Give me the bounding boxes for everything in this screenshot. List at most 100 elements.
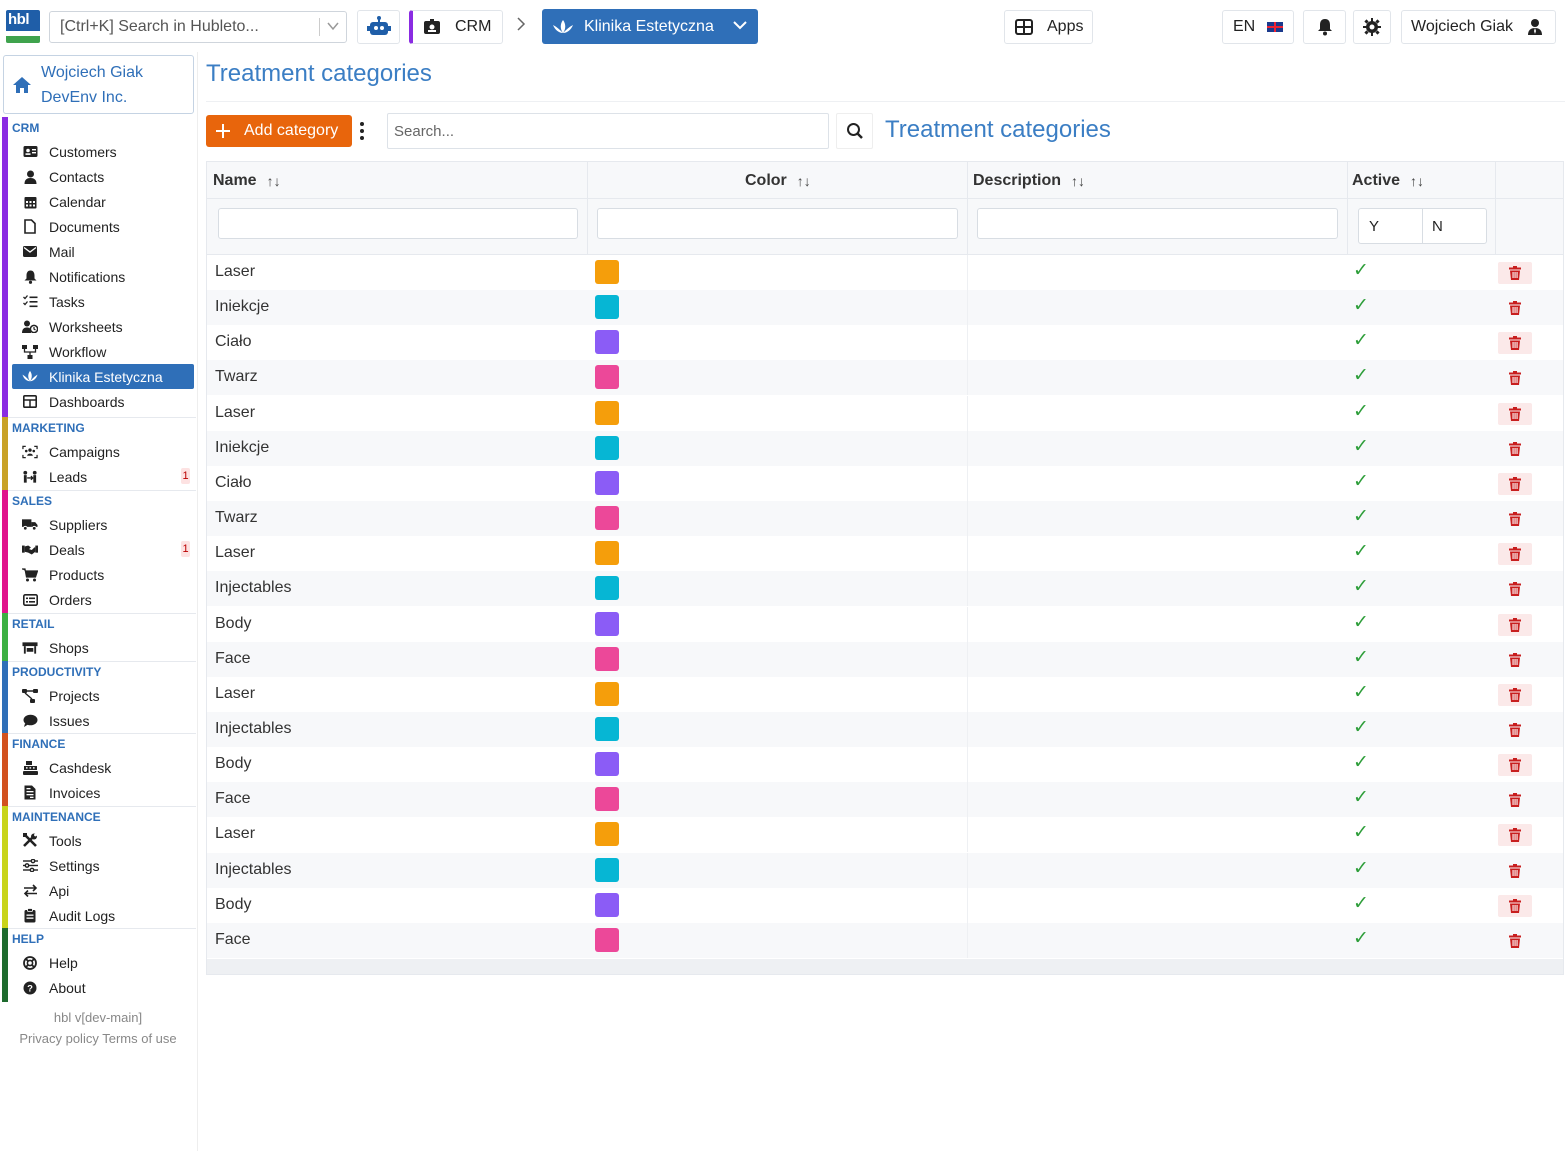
sidebar-item-campaigns[interactable]: Campaigns (12, 439, 194, 464)
table-row[interactable]: Ciało ✓ (207, 465, 1563, 501)
sidebar-item-documents[interactable]: Documents (12, 214, 194, 239)
sidebar-item-help[interactable]: Help (12, 950, 194, 975)
sidebar-item-customers[interactable]: Customers (12, 139, 194, 164)
filter-color-input[interactable] (597, 208, 958, 239)
sidebar-item-tasks[interactable]: Tasks (12, 289, 194, 314)
sidebar-item-leads[interactable]: Leads 1 (12, 464, 194, 489)
breadcrumb-crm[interactable]: CRM (409, 10, 503, 44)
uk-flag-icon (1267, 22, 1284, 32)
filter-active-toggle[interactable]: Y N (1358, 208, 1487, 244)
sidebar-item-products[interactable]: Products (12, 562, 194, 587)
privacy-policy-link[interactable]: Privacy policy (19, 1031, 98, 1046)
sidebar-item-workflow[interactable]: Workflow (12, 339, 194, 364)
chevron-down-icon (732, 17, 748, 33)
table-row[interactable]: Face ✓ (207, 922, 1563, 958)
sidebar-item-calendar[interactable]: Calendar (12, 189, 194, 214)
table-row[interactable]: Laser ✓ (207, 255, 1563, 290)
sidebar-item-audit-logs[interactable]: Audit Logs (12, 903, 194, 928)
ai-assistant-button[interactable] (357, 10, 400, 44)
delete-button[interactable] (1498, 860, 1532, 882)
sidebar-item-api[interactable]: Api (12, 878, 194, 903)
table-row[interactable]: Body ✓ (207, 747, 1563, 783)
sidebar-item-label: Mail (49, 243, 75, 260)
filter-description-input[interactable] (977, 208, 1338, 239)
table-row[interactable]: Injectables ✓ (207, 711, 1563, 747)
add-category-button[interactable]: Add category (206, 115, 352, 147)
delete-button[interactable] (1498, 613, 1532, 636)
table-row[interactable]: Laser ✓ (207, 395, 1563, 431)
table-row[interactable]: Ciało ✓ (207, 325, 1563, 361)
sidebar-item-worksheets[interactable]: Worksheets (12, 314, 194, 339)
breadcrumb-app-dropdown[interactable]: Klinika Estetyczna (542, 9, 758, 44)
delete-button[interactable] (1498, 824, 1532, 847)
sidebar-item-tools[interactable]: Tools (12, 828, 194, 853)
table-row[interactable]: Face ✓ (207, 641, 1563, 677)
delete-button[interactable] (1498, 508, 1532, 530)
delete-button[interactable] (1498, 719, 1532, 741)
table-row[interactable]: Injectables ✓ (207, 571, 1563, 607)
table-row[interactable]: Laser ✓ (207, 676, 1563, 712)
column-header-name[interactable]: Name ↑↓ (213, 172, 281, 190)
global-search-input[interactable]: [Ctrl+K] Search in Hubleto... (49, 11, 347, 43)
delete-button[interactable] (1498, 894, 1532, 917)
delete-button[interactable] (1498, 543, 1532, 566)
table-row[interactable]: Body ✓ (207, 606, 1563, 642)
table-row[interactable]: Face ✓ (207, 782, 1563, 818)
trash-icon (1509, 476, 1521, 491)
column-header-active[interactable]: Active ↑↓ (1352, 172, 1424, 190)
sidebar-item-suppliers[interactable]: Suppliers (12, 512, 194, 537)
sidebar-item-issues[interactable]: Issues (12, 708, 194, 733)
filter-active-yes[interactable]: Y (1369, 218, 1379, 235)
sidebar-item-dashboards[interactable]: Dashboards (12, 389, 194, 414)
delete-button[interactable] (1498, 472, 1532, 495)
notifications-button[interactable] (1303, 10, 1346, 44)
sidebar-item-contacts[interactable]: Contacts (12, 164, 194, 189)
sidebar-item-invoices[interactable]: Invoices (12, 780, 194, 805)
search-button[interactable] (836, 113, 873, 149)
sidebar-item-cashdesk[interactable]: Cashdesk (12, 755, 194, 780)
column-header-color[interactable]: Color ↑↓ (745, 172, 811, 190)
sidebar-item-orders[interactable]: Orders (12, 587, 194, 612)
sidebar-item-settings[interactable]: Settings (12, 853, 194, 878)
delete-button[interactable] (1498, 367, 1532, 389)
sidebar-item-about[interactable]: ? About (12, 975, 194, 1000)
more-options-icon[interactable] (359, 121, 365, 141)
table-row[interactable]: Twarz ✓ (207, 501, 1563, 537)
table-row[interactable]: Twarz ✓ (207, 360, 1563, 396)
sidebar-item-klinika-estetyczna[interactable]: Klinika Estetyczna (12, 364, 194, 389)
apps-button[interactable]: Apps (1004, 10, 1093, 44)
table-row[interactable]: Laser ✓ (207, 817, 1563, 853)
sidebar-item-mail[interactable]: Mail (12, 239, 194, 264)
table-row[interactable]: Injectables ✓ (207, 852, 1563, 888)
delete-button[interactable] (1498, 578, 1532, 600)
settings-button[interactable] (1353, 10, 1391, 44)
delete-button[interactable] (1498, 789, 1532, 811)
table-row[interactable]: Iniekcje ✓ (207, 290, 1563, 326)
filter-active-no[interactable]: N (1432, 218, 1443, 235)
user-menu-button[interactable]: Wojciech Giak (1401, 10, 1556, 44)
delete-button[interactable] (1498, 402, 1532, 425)
column-header-description[interactable]: Description ↑↓ (973, 172, 1085, 190)
sidebar-item-deals[interactable]: Deals 1 (12, 537, 194, 562)
delete-button[interactable] (1498, 649, 1532, 671)
table-row[interactable]: Iniekcje ✓ (207, 430, 1563, 466)
table-search-input[interactable]: Search... (387, 113, 829, 149)
delete-button[interactable] (1498, 683, 1532, 706)
table-row[interactable]: Body ✓ (207, 887, 1563, 923)
hubleto-logo[interactable]: hbl (6, 10, 40, 43)
table-row[interactable]: Laser ✓ (207, 536, 1563, 572)
delete-button[interactable] (1498, 754, 1532, 777)
filter-name-input[interactable] (218, 208, 578, 239)
organization-card[interactable]: Wojciech Giak DevEnv Inc. (3, 55, 194, 114)
sidebar-item-projects[interactable]: Projects (12, 683, 194, 708)
delete-button[interactable] (1498, 332, 1532, 355)
sidebar-item-notifications[interactable]: Notifications (12, 264, 194, 289)
delete-button[interactable] (1498, 438, 1532, 460)
sidebar-item-shops[interactable]: Shops (12, 635, 194, 660)
delete-button[interactable] (1498, 297, 1532, 319)
delete-button[interactable] (1498, 262, 1532, 284)
delete-button[interactable] (1498, 930, 1532, 952)
terms-of-use-link[interactable]: Terms of use (102, 1031, 176, 1046)
apps-label: Apps (1047, 18, 1084, 35)
language-selector[interactable]: EN (1222, 10, 1294, 44)
